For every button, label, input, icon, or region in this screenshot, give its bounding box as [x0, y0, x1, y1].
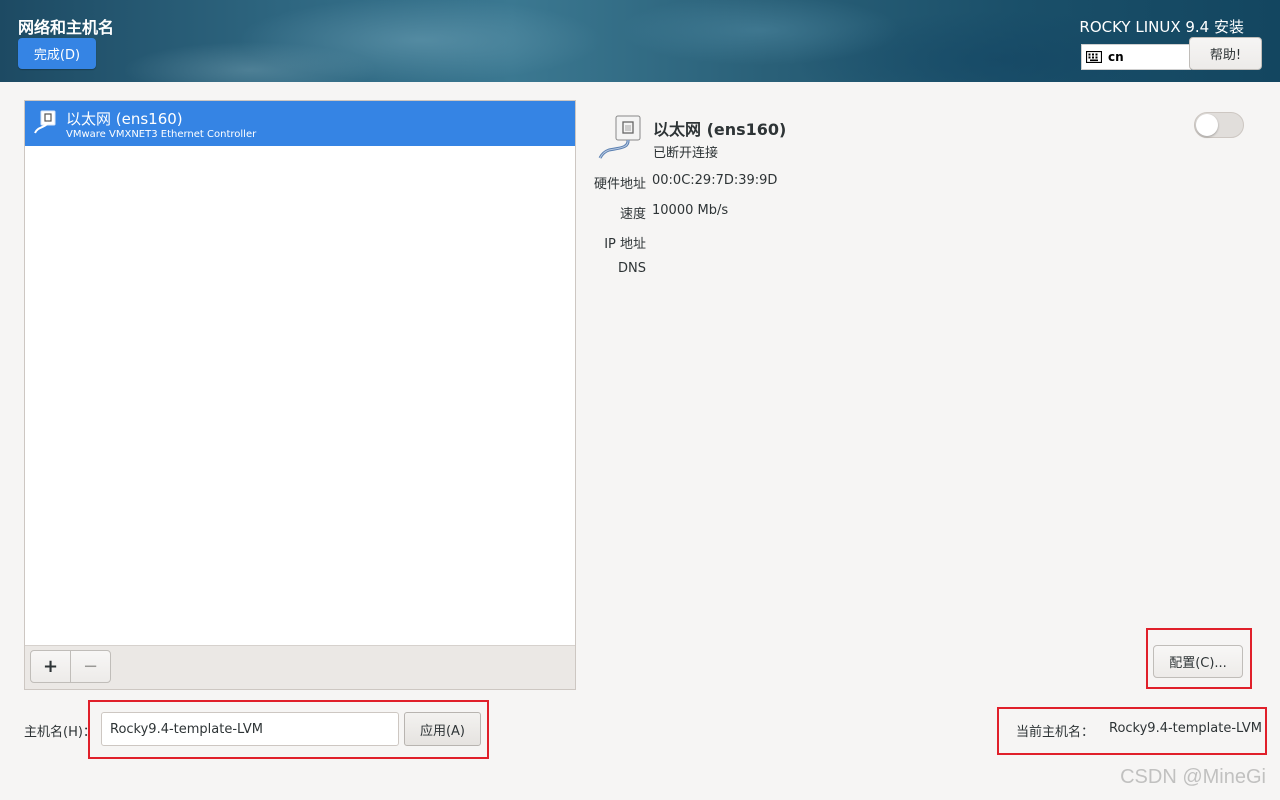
hardware-address-label: 硬件地址 — [593, 177, 646, 192]
toggle-knob — [1196, 114, 1218, 136]
ethernet-icon — [598, 115, 641, 159]
network-device-list: 以太网 (ens160) VMware VMXNET3 Ethernet Con… — [24, 100, 576, 690]
device-name: 以太网 (ens160) — [66, 110, 183, 128]
add-device-button[interactable]: + — [30, 650, 71, 683]
device-row-ens160[interactable]: 以太网 (ens160) VMware VMXNET3 Ethernet Con… — [25, 101, 575, 146]
annotation-box-current-hostname — [997, 707, 1267, 755]
install-title: ROCKY LINUX 9.4 安装 — [1079, 18, 1244, 36]
ip-address-label: IP 地址 — [604, 237, 646, 252]
annotation-box-configure — [1146, 628, 1252, 689]
keyboard-layout-label: cn — [1108, 50, 1124, 64]
keyboard-icon — [1086, 51, 1102, 63]
done-button[interactable]: 完成(D) — [18, 38, 96, 69]
watermark: CSDN @MineGi — [1120, 766, 1266, 788]
hardware-address-value: 00:0C:29:7D:39:9D — [652, 173, 778, 188]
keyboard-layout-indicator[interactable]: cn — [1081, 44, 1191, 70]
annotation-box-hostname — [88, 700, 489, 759]
device-detail-name: 以太网 (ens160) — [653, 120, 787, 139]
device-description: VMware VMXNET3 Ethernet Controller — [66, 129, 257, 140]
page-title: 网络和主机名 — [18, 18, 115, 37]
connection-toggle[interactable] — [1194, 112, 1244, 138]
ethernet-icon — [34, 110, 56, 134]
header-banner: 网络和主机名 完成(D) ROCKY LINUX 9.4 安装 cn 帮助! — [0, 0, 1280, 82]
hostname-label: 主机名(H)： — [24, 725, 96, 740]
device-list-toolbar: + − — [25, 645, 575, 689]
speed-value: 10000 Mb/s — [652, 203, 729, 218]
connection-status: 已断开连接 — [653, 146, 719, 161]
help-button[interactable]: 帮助! — [1189, 37, 1262, 70]
dns-label: DNS — [618, 261, 646, 276]
speed-label: 速度 — [619, 207, 646, 222]
remove-device-button[interactable]: − — [70, 650, 111, 683]
